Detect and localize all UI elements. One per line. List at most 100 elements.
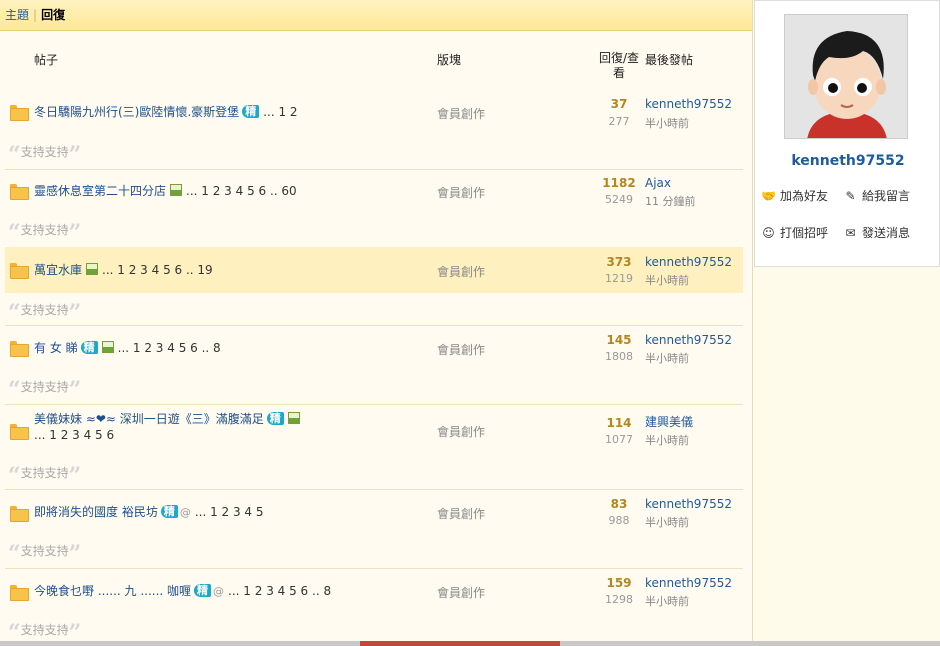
quote-row: “支持支持” [5, 534, 743, 568]
greet-icon: ☺ [762, 226, 775, 240]
forum-link[interactable]: 會員創作 [437, 184, 485, 201]
quote-content: 支持支持 [20, 380, 69, 394]
add-friend-label: 加為好友 [780, 189, 829, 203]
last-post-user[interactable]: kenneth97552 [645, 576, 732, 590]
last-post-user[interactable]: Ajax [645, 176, 671, 190]
folder-icon [10, 424, 29, 440]
page-links[interactable]: ... 1 2 3 4 5 [195, 505, 264, 519]
folder-icon [10, 184, 29, 200]
last-post-user[interactable]: kenneth97552 [645, 97, 732, 111]
quote-open-mark: “ [8, 142, 21, 168]
post-title-line: 靈感休息室第二十四分店 ... 1 2 3 4 5 6 .. 60 [34, 183, 297, 199]
image-attachment-icon [170, 184, 183, 196]
post-title-link[interactable]: 有 女 睇 [34, 341, 78, 355]
page-links[interactable]: ... 1 2 3 4 5 6 .. 60 [186, 184, 297, 198]
last-post-user[interactable]: kenneth97552 [645, 333, 732, 347]
post-title-link[interactable]: 萬宜水庫 [34, 263, 82, 277]
header-reply-view: 回復/查看 [598, 51, 640, 80]
quote-close-mark: ” [68, 300, 82, 326]
page-links[interactable]: ... 1 2 3 4 5 6 [34, 428, 114, 442]
quote-text: “支持支持” [8, 301, 81, 324]
last-post-time: 半小時前 [645, 352, 689, 365]
view-count: 1219 [605, 272, 633, 285]
quote-open-mark: “ [8, 220, 21, 246]
post-title-link[interactable]: 冬日驕陽九州行(三)歐陸情懷.豪斯登堡 [34, 105, 239, 119]
page-links[interactable]: ... 1 2 [263, 105, 297, 119]
add-friend-button[interactable]: 🤝 加為好友 [761, 187, 828, 204]
page-links[interactable]: ... 1 2 3 4 5 6 .. 19 [102, 263, 213, 277]
bottom-accent [360, 641, 560, 646]
folder-icon [10, 341, 29, 357]
post-row: 有 女 睇精 ... 1 2 3 4 5 6 .. 8 會員創作 145 1808… [5, 326, 743, 405]
last-post-time: 半小時前 [645, 595, 689, 608]
image-attachment-icon [101, 341, 114, 353]
last-post-time: 半小時前 [645, 117, 689, 130]
reply-count: 37 [610, 97, 628, 111]
leave-message-button[interactable]: ✎ 給我留言 [843, 187, 910, 204]
quote-row: “支持支持” [5, 293, 743, 325]
quote-close-mark: ” [68, 377, 82, 403]
reply-count: 1182 [602, 176, 636, 190]
forum-link[interactable]: 會員創作 [437, 341, 485, 358]
leave-message-label: 給我留言 [862, 189, 911, 203]
quote-content: 支持支持 [20, 623, 69, 637]
forum-link[interactable]: 會員創作 [437, 263, 485, 280]
forum-link[interactable]: 會員創作 [437, 105, 485, 122]
view-count: 1298 [605, 593, 633, 606]
last-post-user[interactable]: 建興美儀 [645, 413, 693, 430]
header-post: 帖子 [34, 53, 59, 67]
header-forum: 版塊 [437, 53, 462, 67]
forum-link[interactable]: 會員創作 [437, 423, 485, 440]
quote-content: 支持支持 [20, 145, 69, 159]
send-message-label: 發送消息 [862, 226, 911, 240]
digest-badge: 精 [194, 584, 212, 597]
page-links[interactable]: ... 1 2 3 4 5 6 .. 8 [228, 584, 331, 598]
post-title-line: 今晚食乜嘢 ...... 九 ...... 咖喱精 @... 1 2 3 4 5 … [34, 583, 331, 600]
post-title-line: 萬宜水庫 ... 1 2 3 4 5 6 .. 19 [34, 262, 213, 278]
reply-count: 114 [606, 416, 632, 430]
quote-open-mark: “ [8, 377, 21, 403]
page-links[interactable]: ... 1 2 3 4 5 6 .. 8 [118, 341, 221, 355]
handshake-icon: 🤝 [761, 189, 776, 203]
last-post-time: 半小時前 [645, 516, 689, 529]
forum-link[interactable]: 會員創作 [437, 584, 485, 601]
reply-count: 145 [606, 333, 632, 347]
post-title-link[interactable]: 靈感休息室第二十四分店 [34, 184, 166, 198]
last-post-user[interactable]: kenneth97552 [645, 255, 732, 269]
quote-content: 支持支持 [20, 303, 69, 317]
digest-badge: 精 [266, 412, 284, 425]
last-post-time: 11 分鐘前 [645, 195, 696, 208]
folder-icon [10, 585, 29, 601]
quote-open-mark: “ [8, 541, 21, 567]
digest-badge: 精 [160, 505, 178, 518]
quote-close-mark: ” [68, 142, 82, 168]
quote-text: “支持支持” [8, 542, 81, 565]
quote-close-mark: ” [68, 541, 82, 567]
forum-link[interactable]: 會員創作 [437, 505, 485, 522]
post-title-line: 有 女 睇精 ... 1 2 3 4 5 6 .. 8 [34, 340, 221, 356]
reply-count: 159 [606, 576, 632, 590]
send-message-button[interactable]: ✉ 發送消息 [843, 224, 910, 241]
tab-topic[interactable]: 主題 [5, 8, 29, 22]
image-attachment-icon [86, 263, 99, 275]
post-title-link[interactable]: 美儀妹妹 ≈❤≈ 深圳一日遊《三》滿腹滿足 [34, 412, 264, 426]
tab-reply[interactable]: 回復 [41, 8, 65, 22]
greet-label: 打個招呼 [780, 226, 829, 240]
view-count: 1808 [605, 350, 633, 363]
post-title-link[interactable]: 即將消失的國度 裕民坊 [34, 505, 158, 519]
last-post-time: 半小時前 [645, 274, 689, 287]
profile-username[interactable]: kenneth97552 [755, 153, 940, 169]
bottom-scrollbar[interactable] [0, 641, 940, 646]
tab-bar: 主題 | 回復 [0, 0, 752, 31]
post-row: 即將消失的國度 裕民坊精 @ ... 1 2 3 4 5 會員創作 83 988 k… [5, 490, 743, 569]
quote-row: “支持支持” [5, 370, 743, 404]
folder-icon [10, 105, 29, 121]
quote-content: 支持支持 [20, 544, 69, 558]
view-count: 1077 [605, 433, 633, 446]
avatar[interactable] [784, 14, 908, 139]
greet-button[interactable]: ☺ 打個招呼 [761, 224, 828, 241]
post-title-link[interactable]: 今晚食乜嘢 ...... 九 ...... 咖喱 [34, 584, 191, 598]
quote-open-mark: “ [8, 300, 21, 326]
envelope-icon: ✉ [845, 226, 856, 240]
last-post-user[interactable]: kenneth97552 [645, 497, 732, 511]
